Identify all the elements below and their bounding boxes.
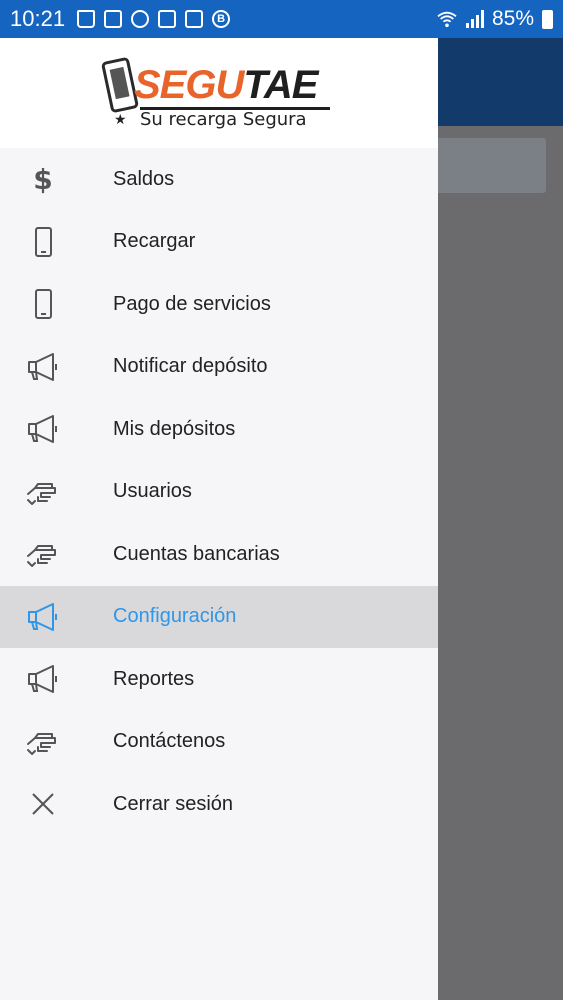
menu-item-recargar[interactable]: Recargar [0, 211, 438, 274]
menu-item-label: Mis depósitos [113, 417, 236, 440]
navigation-drawer: SEGUTAE ★ Su recarga Segura $ Saldos Rec… [0, 38, 438, 1000]
menu-item-label: Reportes [113, 667, 195, 690]
battery-icon [542, 9, 553, 29]
drawer-menu: $ Saldos Recargar Pago de servicios Noti… [0, 148, 438, 836]
menu-item-cerrar-sesion[interactable]: Cerrar sesión [0, 773, 438, 836]
menu-item-saldos[interactable]: $ Saldos [0, 148, 438, 211]
phone-vibrate-icon [104, 10, 123, 28]
dollar-icon: $ [33, 162, 53, 196]
menu-item-contactenos[interactable]: Contáctenos [0, 711, 438, 774]
logo-tagline: Su recarga Segura [140, 109, 307, 130]
app-logo: SEGUTAE ★ Su recarga Segura [100, 53, 334, 133]
figure-icon [131, 10, 150, 28]
logo-wordmark: SEGUTAE [134, 63, 318, 107]
background-field [430, 138, 546, 193]
system-icons: 85% [436, 7, 553, 31]
menu-item-label: Usuarios [113, 480, 192, 503]
hand-icon [24, 474, 62, 510]
wifi-icon [437, 11, 457, 28]
hand-icon [24, 724, 62, 760]
close-icon [24, 786, 62, 822]
flipboard-icon [185, 10, 204, 28]
status-bar: 10:21 B 85% [0, 0, 563, 38]
menu-item-label: Notificar depósito [113, 355, 268, 378]
menu-item-label: Contáctenos [113, 730, 226, 753]
logo-stars-icon: ★ [114, 111, 127, 127]
megaphone-icon [24, 599, 62, 635]
megaphone-icon [24, 661, 62, 697]
megaphone-icon [24, 349, 62, 385]
menu-item-mis-depositos[interactable]: Mis depósitos [0, 398, 438, 461]
signal-icon [465, 10, 484, 28]
battery-percent: 85% [491, 7, 534, 30]
b-badge-icon: B [212, 10, 231, 28]
menu-item-reportes[interactable]: Reportes [0, 648, 438, 711]
shopping-bag-icon [77, 10, 96, 28]
hand-icon [24, 536, 62, 572]
menu-item-label: Configuración [113, 605, 237, 628]
menu-item-label: Cerrar sesión [113, 792, 234, 815]
image-icon [158, 10, 177, 28]
status-time: 10:21 [10, 6, 66, 31]
menu-item-label: Saldos [113, 167, 175, 190]
menu-item-cuentas-bancarias[interactable]: Cuentas bancarias [0, 523, 438, 586]
drawer-header: SEGUTAE ★ Su recarga Segura [0, 38, 438, 148]
menu-item-usuarios[interactable]: Usuarios [0, 461, 438, 524]
phone-icon [24, 286, 62, 322]
menu-item-pago-servicios[interactable]: Pago de servicios [0, 273, 438, 336]
menu-item-configuracion[interactable]: Configuración [0, 585, 438, 648]
menu-item-label: Cuentas bancarias [113, 542, 280, 565]
phone-icon [24, 224, 62, 260]
menu-item-notificar-deposito[interactable]: Notificar depósito [0, 336, 438, 399]
menu-item-label: Recargar [113, 230, 196, 253]
menu-item-label: Pago de servicios [113, 292, 271, 315]
notification-icons: B [77, 10, 231, 28]
megaphone-icon [24, 411, 62, 447]
